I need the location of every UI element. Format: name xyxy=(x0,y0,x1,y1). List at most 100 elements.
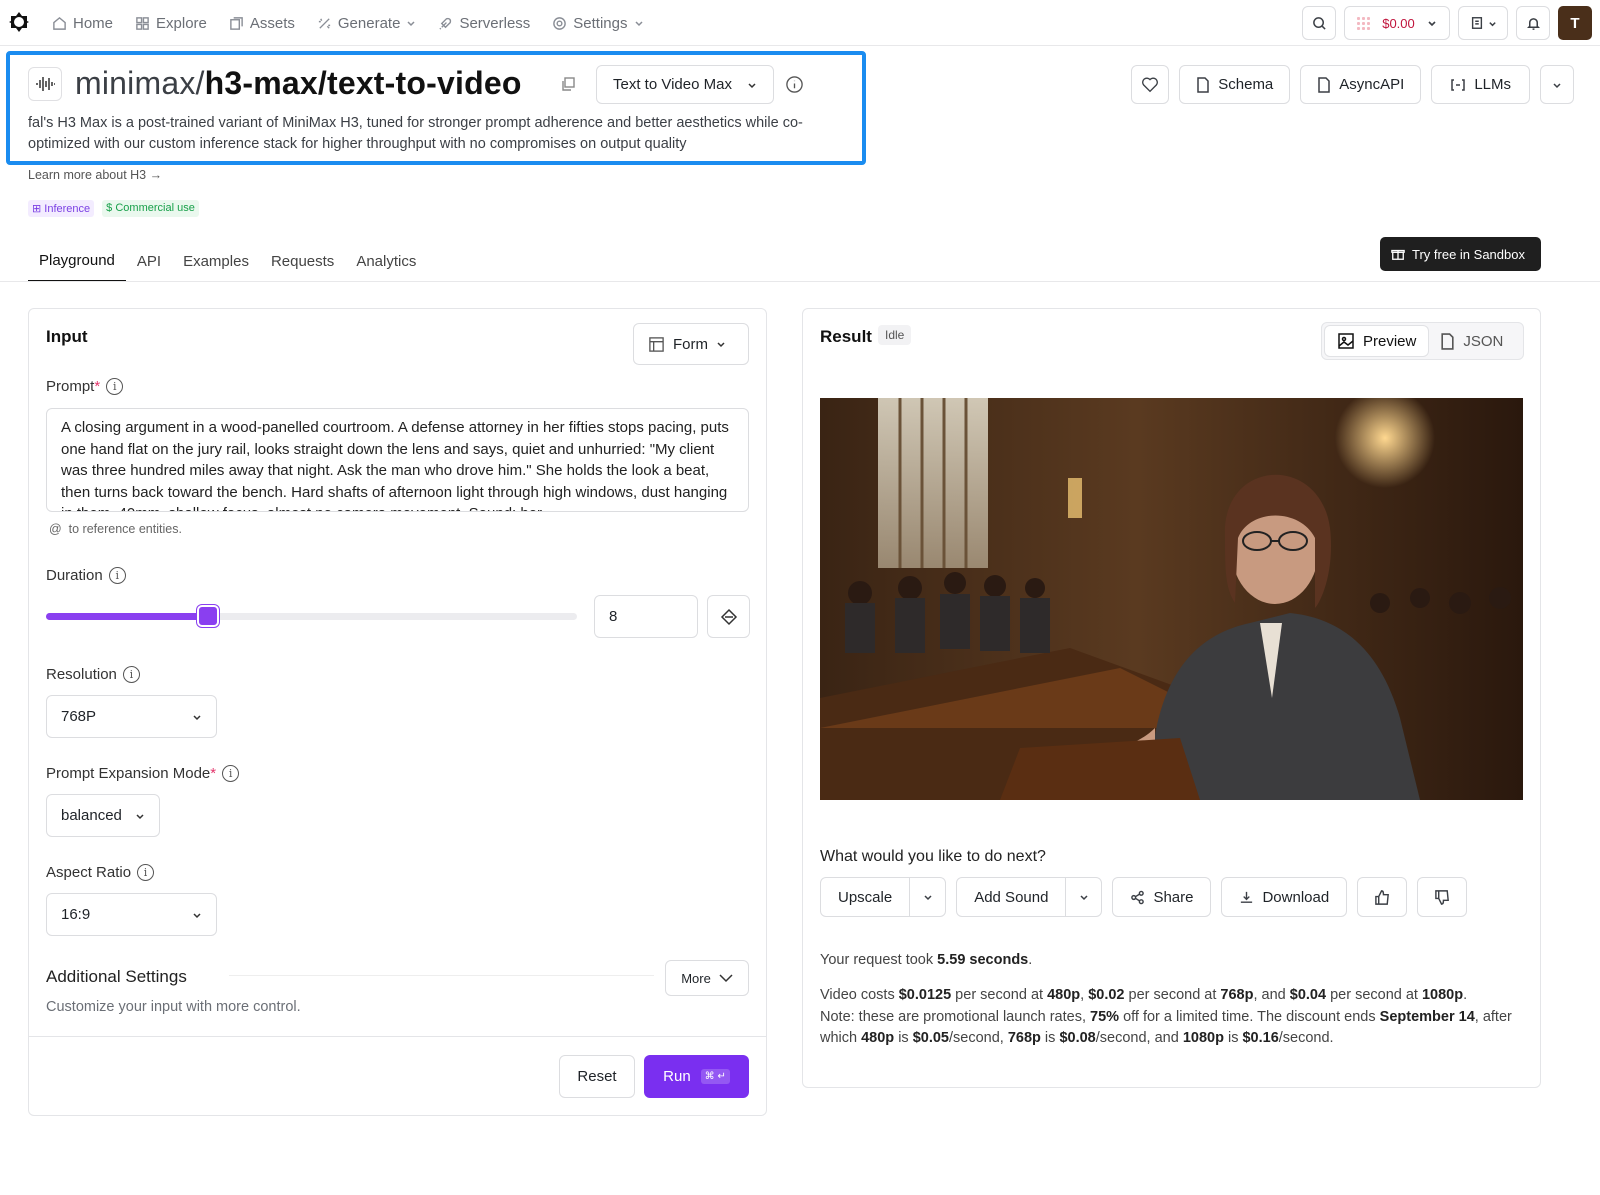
more-header-button[interactable] xyxy=(1540,65,1574,104)
grid-icon xyxy=(136,16,149,30)
aspect-label: Aspect Ratio i xyxy=(46,864,155,881)
share-label: Share xyxy=(1153,888,1194,906)
additional-settings-divider xyxy=(229,975,654,976)
nav-settings[interactable]: Settings xyxy=(552,15,643,32)
cost-note: is xyxy=(1040,1030,1060,1046)
cost-text: , xyxy=(1080,987,1089,1003)
reset-duration-button[interactable] xyxy=(707,595,750,638)
layout-icon xyxy=(649,336,664,352)
docs-button[interactable] xyxy=(1458,6,1508,40)
duration-input[interactable]: 8 xyxy=(594,595,698,638)
preview-label: Preview xyxy=(1363,332,1417,350)
tab-playground[interactable]: Playground xyxy=(28,240,126,282)
more-settings-button[interactable]: More xyxy=(665,960,749,996)
cost-value: $0.05 xyxy=(912,1030,949,1046)
request-time-prefix: Your request took xyxy=(820,952,938,968)
tab-api[interactable]: API xyxy=(126,240,172,282)
add-sound-dropdown[interactable] xyxy=(1065,877,1101,917)
aspect-select[interactable]: 16:9 xyxy=(46,893,217,936)
nav-serverless-label: Serverless xyxy=(459,14,531,32)
request-time-suffix: . xyxy=(1028,952,1033,968)
asyncapi-label: AsyncAPI xyxy=(1339,76,1405,93)
favorite-button[interactable] xyxy=(1131,65,1170,104)
learn-more-link[interactable]: Learn more about H3 → xyxy=(28,168,162,182)
thumbs-down-button[interactable] xyxy=(1417,877,1468,917)
required-marker: * xyxy=(210,765,217,782)
asyncapi-button[interactable]: AsyncAPI xyxy=(1300,65,1422,104)
info-icon[interactable]: i xyxy=(122,666,140,683)
expansion-select[interactable]: balanced xyxy=(46,794,160,837)
form-select[interactable]: Form xyxy=(633,323,749,365)
nav-serverless[interactable]: Serverless xyxy=(438,15,530,32)
nav-assets[interactable]: Assets xyxy=(229,15,295,32)
run-shortcut: ⌘ ↵ xyxy=(700,1069,730,1084)
share-icon xyxy=(1131,890,1145,904)
eraser-icon xyxy=(720,608,737,625)
duration-slider-fill xyxy=(46,613,208,620)
cost-note: Note: these are promotional launch rates… xyxy=(820,1008,1091,1025)
upscale-button[interactable]: Upscale xyxy=(821,877,909,917)
sandbox-button[interactable]: Try free in Sandbox xyxy=(1380,237,1541,271)
reset-button[interactable]: Reset xyxy=(559,1055,635,1098)
nav-explore-label: Explore xyxy=(156,14,207,32)
duration-slider[interactable] xyxy=(46,605,577,627)
credits-button[interactable]: $0.00 xyxy=(1344,6,1450,40)
share-button[interactable]: Share xyxy=(1112,877,1212,917)
sparkle-icon xyxy=(318,17,331,29)
discount-percent: 75% xyxy=(1090,1008,1120,1025)
chevron-down-icon xyxy=(634,21,643,27)
credits-amount: $0.00 xyxy=(1382,15,1415,31)
avatar[interactable]: T xyxy=(1558,6,1592,40)
tab-requests[interactable]: Requests xyxy=(260,240,345,282)
fal-logo[interactable] xyxy=(8,11,30,33)
upscale-dropdown[interactable] xyxy=(909,877,945,917)
cost-note: off for a limited time. The discount end… xyxy=(1119,1008,1380,1025)
info-icon[interactable]: i xyxy=(222,765,240,782)
chevron-down-icon xyxy=(924,895,932,901)
result-panel: Result Idle Preview JSON What would you … xyxy=(802,308,1541,1088)
result-video[interactable] xyxy=(820,398,1523,800)
nav-generate[interactable]: Generate xyxy=(317,15,417,32)
tab-examples[interactable]: Examples xyxy=(172,240,260,282)
nav-home[interactable]: Home xyxy=(52,15,113,32)
prompt-input[interactable]: A closing argument in a wood-panelled co… xyxy=(46,408,749,512)
duration-label: Duration i xyxy=(46,567,126,584)
nav-explore[interactable]: Explore xyxy=(135,15,207,32)
info-icon[interactable]: i xyxy=(137,864,155,881)
llms-button[interactable]: LLMs xyxy=(1431,65,1530,104)
info-icon[interactable]: i xyxy=(106,378,124,395)
run-button[interactable]: Run ⌘ ↵ xyxy=(644,1055,749,1098)
thumbs-up-icon xyxy=(1374,889,1389,905)
inference-icon: ⊞ xyxy=(32,203,42,215)
json-toggle[interactable]: JSON xyxy=(1428,326,1515,356)
resolution-select[interactable]: 768P xyxy=(46,695,217,738)
preview-toggle[interactable]: Preview xyxy=(1325,326,1429,356)
schema-button[interactable]: Schema xyxy=(1179,65,1291,104)
badge-commercial-label: Commercial use xyxy=(115,202,195,214)
tab-analytics[interactable]: Analytics xyxy=(345,240,427,282)
bell-icon xyxy=(1526,17,1540,30)
add-sound-button[interactable]: Add Sound xyxy=(957,877,1065,917)
view-toggle: Preview JSON xyxy=(1321,322,1524,360)
tab-divider xyxy=(0,281,1600,282)
cost-text: , and xyxy=(1253,987,1290,1003)
additional-settings-title: Additional Settings xyxy=(46,967,187,986)
input-title: Input xyxy=(46,327,88,346)
status-badge: Idle xyxy=(878,325,912,345)
duration-label-text: Duration xyxy=(46,567,103,584)
download-button[interactable]: Download xyxy=(1221,877,1348,917)
chevron-down-icon xyxy=(193,714,201,720)
reference-note-text: to reference entities. xyxy=(68,522,182,536)
gear-icon xyxy=(553,16,567,30)
notifications-button[interactable] xyxy=(1516,6,1550,40)
cost-resolution: 480p xyxy=(1047,987,1081,1003)
duration-slider-thumb[interactable] xyxy=(196,605,219,627)
document-icon xyxy=(1471,17,1482,29)
thumbs-up-button[interactable] xyxy=(1357,877,1408,917)
json-label: JSON xyxy=(1463,332,1504,350)
search-button[interactable] xyxy=(1302,6,1336,40)
cost-value: $0.08 xyxy=(1059,1030,1096,1046)
upscale-group: Upscale xyxy=(820,877,947,917)
cost-resolution: 768p xyxy=(1220,987,1254,1003)
info-icon[interactable]: i xyxy=(108,567,126,584)
